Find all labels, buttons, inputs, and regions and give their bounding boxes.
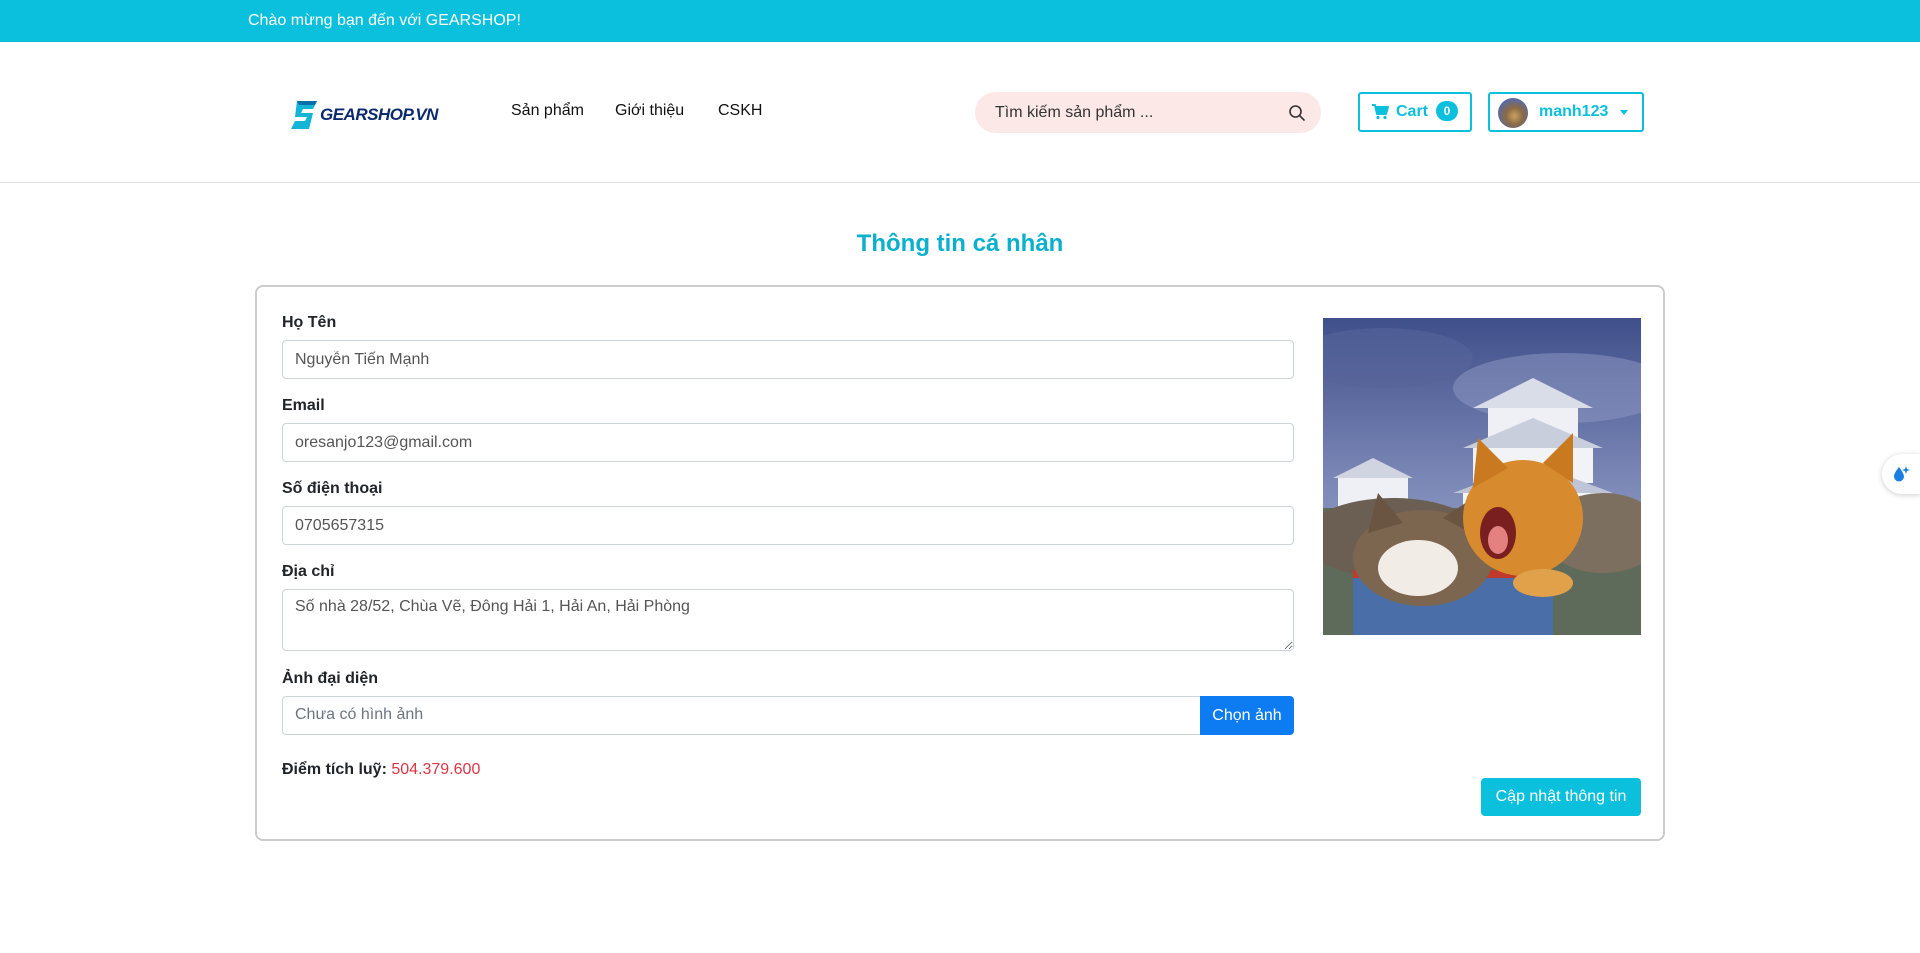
user-name: manh123 — [1539, 103, 1609, 120]
sparkle-drop-icon — [1894, 466, 1910, 482]
cart-label: Cart — [1396, 103, 1429, 120]
name-label: Họ Tên — [282, 314, 337, 331]
avatar-file-input[interactable]: Chưa có hình ảnh — [282, 696, 1200, 735]
cart-count-badge: 0 — [1436, 101, 1458, 121]
update-info-button[interactable]: Cập nhật thông tin — [1481, 778, 1641, 816]
nav-item-products[interactable]: Sản phẩm — [511, 102, 584, 120]
chevron-down-icon — [1620, 110, 1628, 115]
phone-field[interactable] — [282, 506, 1294, 545]
avatar-label: Ảnh đại diện — [282, 670, 378, 687]
nav-item-support[interactable]: CSKH — [718, 102, 762, 120]
points-label: Điểm tích luỹ: — [282, 761, 387, 778]
points-value: 504.379.600 — [391, 761, 481, 778]
profile-card: Họ Tên Email Số điện thoại Địa chỉ Số nh… — [255, 285, 1665, 841]
site-logo[interactable]: GEARSHOP.VN — [291, 97, 438, 133]
floating-widget[interactable] — [1882, 454, 1920, 494]
cart-icon — [1372, 104, 1389, 120]
search-icon[interactable] — [1288, 104, 1306, 122]
email-field[interactable] — [282, 423, 1294, 462]
logo-text: GEARSHOP.VN — [320, 105, 438, 124]
logo-icon — [291, 101, 317, 129]
address-label: Địa chỉ — [282, 563, 335, 580]
page-title: Thông tin cá nhân — [856, 230, 1064, 257]
welcome-text: Chào mừng bạn đến với GEARSHOP! — [248, 12, 521, 29]
search-box — [975, 92, 1321, 133]
site-header: GEARSHOP.VN Sản phẩm Giới thiệu CSKH Car… — [0, 42, 1920, 183]
welcome-bar: Chào mừng bạn đến với GEARSHOP! — [0, 0, 1920, 42]
loyalty-points: Điểm tích luỹ: 504.379.600 — [282, 761, 480, 779]
nav-item-about[interactable]: Giới thiệu — [615, 102, 684, 120]
cart-button[interactable]: Cart 0 — [1358, 92, 1472, 132]
avatar-preview-image — [1323, 318, 1641, 635]
avatar — [1498, 98, 1528, 128]
phone-label: Số điện thoại — [282, 480, 383, 497]
email-label: Email — [282, 397, 325, 414]
avatar-file-picker: Chưa có hình ảnh Chọn ảnh — [282, 696, 1294, 735]
address-field[interactable]: Số nhà 28/52, Chùa Vẽ, Đông Hải 1, Hải A… — [282, 589, 1294, 651]
user-menu-button[interactable]: manh123 — [1488, 92, 1644, 132]
search-input[interactable] — [995, 102, 1275, 124]
name-field[interactable] — [282, 340, 1294, 379]
choose-image-button[interactable]: Chọn ảnh — [1200, 696, 1294, 735]
